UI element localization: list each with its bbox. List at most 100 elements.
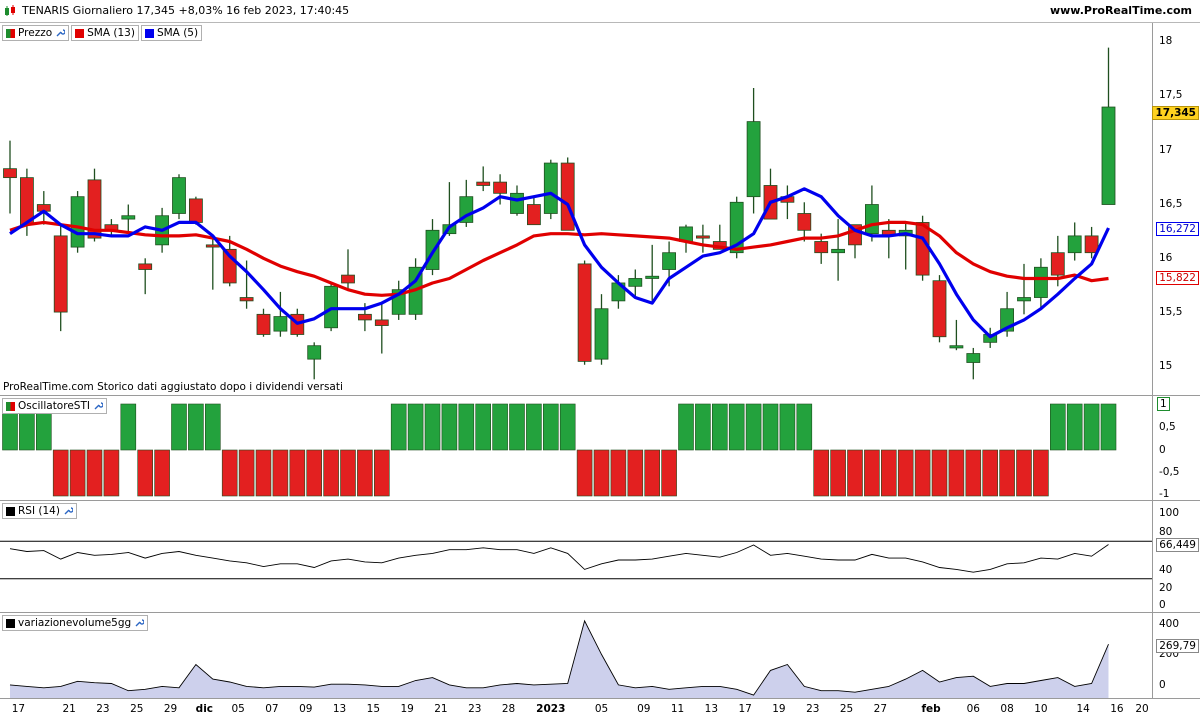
legend-item-rsi[interactable]: RSI (14) [2, 503, 77, 519]
wrench-icon[interactable] [134, 618, 145, 628]
sti-bar [340, 449, 356, 497]
sma5-swatch [144, 28, 154, 38]
sma5-badge: 16,272 [1156, 222, 1199, 236]
sti-bar [627, 449, 644, 497]
legend-label-sti: OscillatoreSTI [18, 400, 90, 412]
candle-body [256, 313, 271, 335]
date-tick-label: 09 [299, 703, 313, 715]
wrench-icon[interactable] [93, 401, 103, 411]
date-tick-label: 21 [434, 703, 448, 715]
date-tick-label: 21 [62, 703, 76, 715]
rsi-tick: 0 [1159, 599, 1166, 611]
wrench-icon[interactable] [63, 506, 73, 516]
candle-body [628, 278, 643, 287]
date-tick-label: 19 [400, 703, 414, 715]
sti-bar [644, 449, 661, 497]
date-tick-label: feb [921, 703, 941, 715]
price-legend: Prezzo SMA (13) SMA (5) [2, 25, 203, 41]
legend-item-prezzo[interactable]: Prezzo [2, 25, 70, 41]
sti-bar [69, 449, 86, 497]
rsi-tick: 20 [1159, 582, 1173, 594]
sti-bar [948, 449, 965, 497]
rsi-axis[interactable]: 100 80 40 20 0 66,449 [1152, 501, 1200, 613]
date-tick-label: 20 [1135, 703, 1149, 715]
price-panel[interactable]: Prezzo SMA (13) SMA (5) ProRealTime.com … [0, 23, 1152, 396]
sti-tick: 0,5 [1159, 421, 1176, 433]
sti-bar [762, 403, 779, 451]
sti-bar [52, 449, 69, 497]
candle-body [949, 345, 964, 349]
price-tick: 16,5 [1159, 198, 1183, 210]
candle-body [510, 192, 524, 214]
wrench-icon[interactable] [55, 28, 66, 38]
prezzo-swatch [6, 28, 15, 38]
price-axis[interactable]: 18 17,5 17 16,5 16 15,5 15 17,345 16,272… [1152, 23, 1200, 396]
volvar-chart [9, 619, 1109, 698]
sti-bar [779, 403, 796, 451]
sma13-badge: 15,822 [1156, 271, 1199, 285]
price-tick: 16 [1159, 252, 1173, 264]
sti-bar [407, 403, 424, 451]
volvar-panel[interactable]: variazionevolume5gg [0, 613, 1152, 699]
sti-bar [390, 403, 407, 451]
legend-item-sti[interactable]: OscillatoreSTI [2, 398, 107, 414]
date-tick-label: 25 [130, 703, 144, 715]
date-axis[interactable]: 17 21 23 25 29 dic 05 07 09 13 15 19 21 23 28 2023 05 09 1… [0, 698, 1200, 720]
date-tick-label: 28 [501, 703, 516, 715]
last-price-badge: 17,345 [1152, 106, 1199, 120]
site-link[interactable]: www.ProRealTime.com [1050, 4, 1192, 17]
candle-body [746, 121, 761, 198]
candle-body [357, 313, 372, 321]
sti-bar [830, 449, 846, 497]
sti-tick: -0,5 [1159, 466, 1180, 478]
candle-body [560, 162, 575, 231]
volvar-axis[interactable]: 400 200 0 269,79 [1152, 613, 1200, 699]
sma13-swatch [75, 28, 85, 38]
date-tick-label: 13 [332, 703, 347, 715]
legend-item-volvar[interactable]: variazionevolume5gg [2, 615, 149, 631]
sti-bar [255, 449, 272, 497]
date-tick-label: 14 [1076, 703, 1090, 715]
sti-tick: 0 [1159, 444, 1166, 456]
sti-bar [914, 449, 931, 497]
date-tick-label: 17 [11, 703, 26, 715]
legend-item-sma5[interactable]: SMA (5) [140, 25, 203, 41]
sti-bar [238, 449, 255, 497]
sti-axis[interactable]: 1 0,5 0 -0,5 -1 [1152, 396, 1200, 501]
volvar-tick: 0 [1159, 679, 1166, 691]
date-tick-label: 11 [670, 703, 685, 715]
legend-label-volvar: variazionevolume5gg [18, 617, 132, 629]
rsi-value-badge: 66,449 [1156, 538, 1199, 552]
date-tick-label: 25 [839, 703, 854, 715]
candle-body [662, 252, 676, 270]
date-tick-label: 2023 [536, 703, 566, 715]
sti-bar [103, 449, 120, 497]
sti-swatch [6, 401, 15, 411]
sti-bar [458, 403, 475, 451]
legend-item-sma13[interactable]: SMA (13) [71, 25, 139, 41]
candle-body [543, 162, 558, 214]
sti-bar [1083, 403, 1100, 451]
candle-body [966, 353, 981, 363]
rsi-panel[interactable]: RSI (14) [0, 501, 1152, 613]
candle-body [1050, 252, 1065, 276]
date-tick-label: 23 [96, 703, 110, 715]
sti-panel[interactable]: OscillatoreSTI [0, 396, 1152, 501]
price-tick: 18 [1159, 35, 1173, 47]
sti-bar [323, 449, 339, 497]
sti-bar [864, 449, 880, 497]
date-tick-label: 13 [704, 703, 719, 715]
chart-header: TENARIS Giornaliero 17,345 +8,03% 16 feb… [0, 0, 1200, 23]
sti-value-badge: 1 [1157, 397, 1170, 411]
sti-bar [188, 403, 204, 451]
sti-bar [272, 449, 289, 497]
volvar-legend: variazionevolume5gg [2, 615, 149, 631]
candle-body [239, 297, 254, 302]
candle-body [188, 198, 203, 223]
sti-bar [154, 449, 170, 497]
rsi-swatch [6, 506, 15, 516]
sti-bar [171, 403, 187, 451]
date-tick-label: 29 [163, 703, 178, 715]
legend-label-sma5: SMA (5) [156, 27, 199, 39]
candle-body [307, 345, 322, 360]
